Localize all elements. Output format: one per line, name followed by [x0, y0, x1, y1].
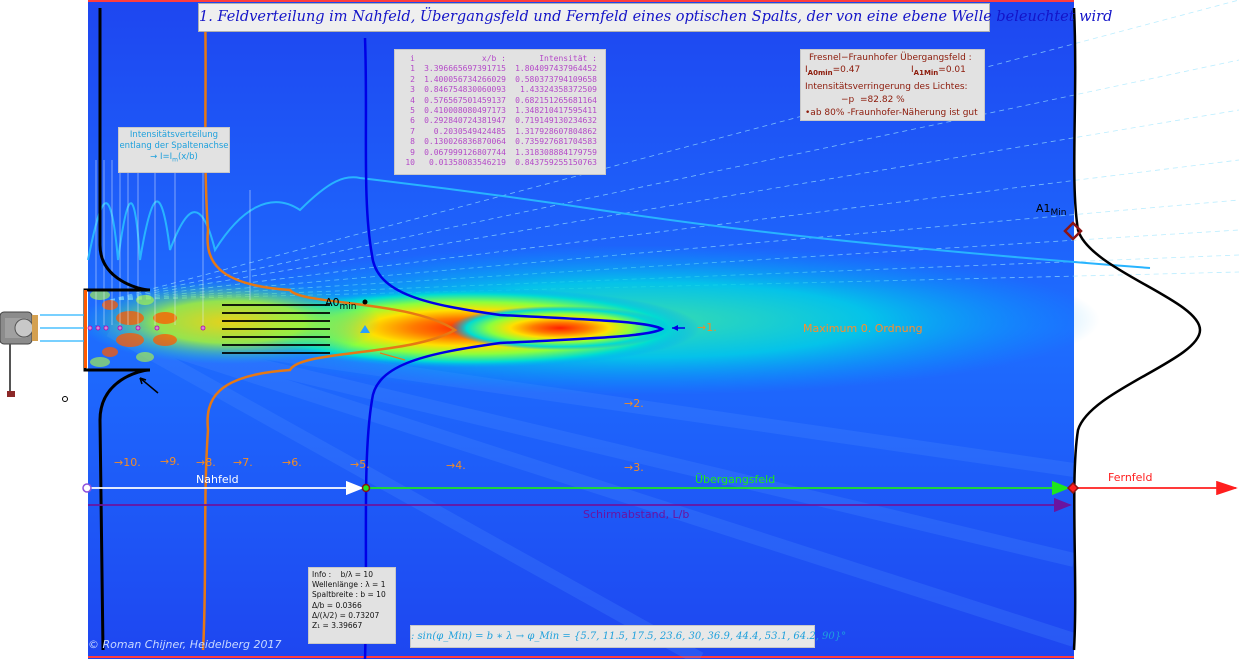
order-label-2: →2. — [624, 397, 644, 410]
axis-intensity-line1: Intensitätsverteilung — [129, 130, 219, 140]
info-box: Info : b/λ = 10 Wellenlänge : λ = 1 Spal… — [308, 567, 396, 644]
table-cell-intensity: 1.348210417595411 — [515, 106, 597, 116]
formula-box: : sin(φ_Min) = b ∗ λ → φ_Min = {5.7, 11.… — [410, 625, 846, 648]
table-cell-i: 7 — [410, 126, 415, 136]
table-cell-intensity: 1.804097437964452 — [515, 64, 597, 74]
fraunhofer-note: •ab 80% -Fraunhofer-Näherung ist gut — [805, 108, 978, 118]
table-row: 2 1.400056734266029 0.580373794109658 — [399, 75, 599, 85]
source-i-label: I — [36, 344, 39, 355]
a0min-label: A0min — [325, 296, 357, 313]
schirmabstand-label: Schirmabstand, L/b — [583, 508, 690, 521]
reduction-p: −p =82.82 % — [841, 95, 905, 105]
table-row: 4 0.576567501459137 0.682151265681164 — [399, 96, 599, 106]
order-label-6: →6. — [282, 456, 302, 469]
table-cell-x: 3.396665697391715 — [424, 64, 506, 74]
table-row: 9 0.067999126807744 1.318308884179759 — [399, 148, 599, 158]
axis-intensity-formula: → I=Im(x/b) — [150, 152, 198, 164]
table-cell-intensity: 0.719149130234632 — [515, 116, 597, 126]
order-label-1: →1. — [697, 321, 717, 334]
table-row: 3 0.846754830060093 1.43324358372509 — [399, 85, 599, 95]
info-z1: Z₁ = 3.39667 — [312, 621, 363, 631]
table-cell-intensity: 0.682151265681164 — [515, 95, 597, 105]
info-title: Info : b/λ = 10 — [312, 570, 373, 579]
table-cell-i: 2 — [410, 74, 415, 84]
order-label-10: →10. — [114, 456, 141, 469]
diffraction-field-canvas — [0, 0, 1239, 659]
info-slit-width: Spaltbreite : b = 10 — [312, 590, 386, 600]
table-row: 6 0.292840724381947 0.719149130234632 — [399, 116, 599, 126]
info-wavelength: Wellenlänge : λ = 1 — [312, 580, 386, 590]
table-header-row: i x/b : Intensität : — [399, 54, 599, 64]
table-cell-i: 6 — [410, 116, 415, 126]
table-header-x: x/b : — [481, 54, 506, 63]
table-cell-x: 1.400056734266029 — [424, 74, 506, 84]
uebergangsfeld-label: Übergangsfeld — [695, 473, 776, 486]
near-field-comb — [222, 304, 330, 354]
table-cell-intensity: 1.317928607804862 — [515, 126, 597, 136]
table-cell-x: 0.576567501459137 — [424, 95, 506, 105]
table-cell-i: 4 — [410, 95, 415, 105]
table-cell-intensity: 0.580373794109658 — [515, 74, 597, 84]
table-cell-i: 9 — [410, 147, 415, 157]
order-label-5: →5. — [350, 458, 370, 471]
table-cell-intensity: 1.43324358372509 — [519, 85, 597, 95]
table-cell-x: 0.846754830060093 — [424, 85, 506, 95]
table-cell-i: 1 — [410, 64, 415, 74]
table-row: 8 0.130026836870064 0.735927681704583 — [399, 137, 599, 147]
a1min-label: A1Min — [1036, 202, 1067, 219]
a1min-intensity: IA1Min=0.01 — [911, 65, 966, 77]
axis-intensity-line2: entlang der Spaltenachse — [119, 141, 229, 151]
nahfeld-label: Nahfeld — [196, 473, 239, 486]
table-cell-intensity: 0.843759255150763 — [515, 158, 597, 168]
order-label-7: →7. — [233, 456, 253, 469]
light-source-icon — [0, 290, 87, 402]
table-cell-x: 0.410008080497173 — [424, 106, 506, 116]
fresnel-title: Fresnel−Fraunhofer Übergangsfeld : — [809, 53, 972, 63]
page-title: 1. Feldverteilung im Nahfeld, Übergangsf… — [198, 3, 1112, 32]
a0min-intensity: IA0min=0.47 — [805, 65, 861, 77]
order-label-9: →9. — [160, 455, 180, 468]
table-cell-intensity: 1.318308884179759 — [515, 147, 597, 157]
maximum-label: Maximum 0. Ordnung — [803, 322, 923, 335]
table-cell-i: 5 — [410, 106, 415, 116]
table-cell-x: 0.130026836870064 — [424, 137, 506, 147]
copyright: © Roman Chijner, Heidelberg 2017 — [88, 638, 282, 651]
info-delta-lambda: Δ/(λ/2) = 0.73207 — [312, 610, 380, 620]
fernfeld-label: Fernfeld — [1108, 471, 1153, 484]
table-row: 1 3.396665697391715 1.804097437964452 — [399, 64, 599, 74]
order-label-4: →4. — [446, 459, 466, 472]
table-cell-x: 0.2030549424485 — [433, 126, 506, 136]
intensity-table: i x/b : Intensität : 1 3.396665697391715 1… — [394, 49, 606, 175]
order-label-8: →8. — [196, 456, 216, 469]
table-cell-i: 8 — [410, 137, 415, 147]
axis-intensity-box: Intensitätsverteilung entlang der Spalte… — [118, 127, 230, 173]
table-cell-x: 0.01358083546219 — [428, 158, 506, 168]
order-label-3: →3. — [624, 461, 644, 474]
info-delta-b: Δ/b = 0.0366 — [312, 600, 362, 610]
table-cell-intensity: 0.735927681704583 — [515, 137, 597, 147]
table-cell-i: 10 — [405, 158, 415, 168]
table-cell-x: 0.067999126807744 — [424, 147, 506, 157]
table-cell-x: 0.292840724381947 — [424, 116, 506, 126]
table-header-i: i — [410, 54, 415, 63]
table-cell-i: 3 — [410, 85, 415, 95]
table-row: 5 0.410008080497173 1.348210417595411 — [399, 106, 599, 116]
fresnel-info-box: Fresnel−Fraunhofer Übergangsfeld : IA0mi… — [800, 49, 985, 121]
table-row: 10 0.01358083546219 0.843759255150763 — [399, 158, 599, 168]
reduction-title: Intensitätsverringerung des Lichtes: — [805, 82, 968, 92]
table-row: 7 0.2030549424485 1.317928607804862 — [399, 127, 599, 137]
table-header-intensity: Intensität : — [539, 54, 597, 63]
